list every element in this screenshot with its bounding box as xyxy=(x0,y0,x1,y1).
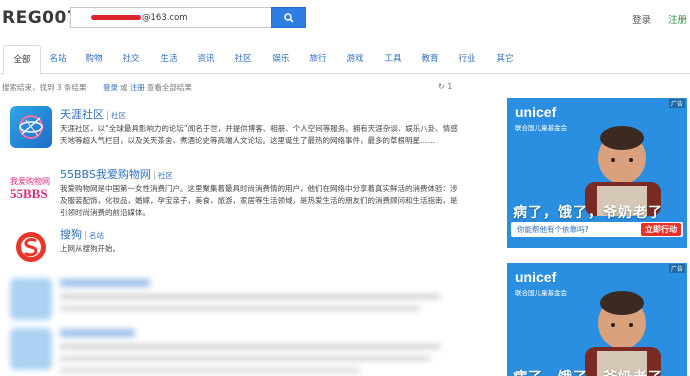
tab-entertainment[interactable]: 娱乐 xyxy=(267,45,295,74)
register-link[interactable]: 注册 xyxy=(668,12,687,26)
tab-shopping[interactable]: 购物 xyxy=(80,45,108,74)
status-login-link[interactable]: 登录 xyxy=(103,83,118,92)
result-title[interactable]: 55BBS我爱购物网 | 社区 xyxy=(60,166,173,182)
result-item: 搜狗 | 名站 上网从搜狗开始。 xyxy=(10,226,460,272)
ad-cta-button[interactable]: 立即行动 xyxy=(641,223,681,236)
ad-brand: unicef xyxy=(515,269,557,285)
sogou-icon xyxy=(16,232,46,262)
refresh-icon: ↻ xyxy=(438,82,445,91)
redacted-email-mark xyxy=(91,15,141,20)
result-category[interactable]: 社区 xyxy=(158,171,173,180)
unicef-ad[interactable]: 广告 unicef 联合国儿童基金会 病了，饿了，爷奶老了 xyxy=(507,263,687,376)
tab-tools[interactable]: 工具 xyxy=(379,45,407,74)
tab-news[interactable]: 资讯 xyxy=(192,45,220,74)
result-title-text[interactable]: 55BBS我爱购物网 xyxy=(60,168,151,181)
tab-famous[interactable]: 名站 xyxy=(44,45,72,74)
tab-education[interactable]: 教育 xyxy=(416,45,444,74)
result-description: 上网从搜狗开始。 xyxy=(60,244,120,253)
status-register-link[interactable]: 注册 xyxy=(130,83,145,92)
result-category[interactable]: 社区 xyxy=(111,111,126,120)
55bbs-logo-bottom: 55BBS xyxy=(10,186,48,201)
tab-industry[interactable]: 行业 xyxy=(453,45,481,74)
tab-social[interactable]: 社交 xyxy=(117,45,145,74)
blurred-result-title xyxy=(60,279,150,287)
ad-headline: 病了，饿了，爷奶老了 xyxy=(513,367,663,376)
tab-community[interactable]: 社区 xyxy=(229,45,257,74)
site-logo[interactable]: REG007 xyxy=(2,8,79,28)
blurred-result-logo xyxy=(10,278,52,320)
result-item: 我爱购物网 55BBS 55BBS我爱购物网 | 社区 我爱购物网是中国第一女性消费… xyxy=(10,166,460,224)
search-button[interactable] xyxy=(271,7,306,28)
header: REG007 @163.com 登录 注册 xyxy=(0,0,690,36)
ad-org: 联合国儿童基金会 xyxy=(515,289,567,297)
blurred-line xyxy=(60,356,430,361)
result-title[interactable]: 搜狗 | 名站 xyxy=(60,226,104,242)
blurred-line xyxy=(60,306,420,311)
ad-label[interactable]: 广告 xyxy=(668,99,685,108)
result-category[interactable]: 名站 xyxy=(89,231,104,240)
refresh-count: 1 xyxy=(447,82,453,91)
unicef-ad[interactable]: 广告 unicef 联合国儿童基金会 病了，饿了，爷奶老了 你能帮他有个依靠吗?… xyxy=(507,98,687,248)
tab-life[interactable]: 生活 xyxy=(155,45,183,74)
child-photo xyxy=(585,126,661,216)
blurred-result-logo xyxy=(10,328,52,370)
tab-games[interactable]: 游戏 xyxy=(341,45,369,74)
blurred-line xyxy=(60,344,440,349)
blurred-result-title xyxy=(60,329,135,337)
ad-headline: 病了，饿了，爷奶老了 xyxy=(513,205,663,221)
login-prompt: 登录或 注册 查看全部结果 xyxy=(103,82,192,93)
ad-question: 你能帮他有个依靠吗? xyxy=(517,225,589,234)
search-icon xyxy=(283,12,294,23)
ad-brand: unicef xyxy=(515,104,557,120)
tab-other[interactable]: 其它 xyxy=(491,45,519,74)
child-photo xyxy=(585,291,661,376)
status-suffix: 查看全部结果 xyxy=(146,83,192,92)
tab-all[interactable]: 全部 xyxy=(3,45,41,75)
ad-org: 联合国儿童基金会 xyxy=(515,124,567,132)
blurred-line xyxy=(60,294,440,299)
result-title-text[interactable]: 天涯社区 xyxy=(60,108,104,121)
sogou-logo[interactable] xyxy=(10,226,52,268)
55bbs-logo[interactable]: 我爱购物网 55BBS xyxy=(10,166,52,208)
category-tabs: 全部 名站 购物 社交 生活 资讯 社区 娱乐 旅行 游戏 工具 教育 行业 其… xyxy=(0,45,690,75)
status-or: 或 xyxy=(120,83,128,92)
search-value-suffix: @163.com xyxy=(142,13,188,23)
search-input[interactable]: @163.com xyxy=(70,7,272,28)
tab-travel[interactable]: 旅行 xyxy=(304,45,332,74)
ad-subbar: 你能帮他有个依靠吗? 立即行动 xyxy=(511,222,683,237)
result-description: 天涯社区，以“全球最具影响力的论坛”闻名于世，并提供博客、相册、个人空间等服务。… xyxy=(60,124,458,145)
search-status: 搜索结束，找到 3 条结果 xyxy=(2,83,87,92)
ad-label[interactable]: 广告 xyxy=(668,264,685,273)
login-link[interactable]: 登录 xyxy=(632,12,651,26)
result-title-text[interactable]: 搜狗 xyxy=(60,228,82,241)
blurred-line xyxy=(60,368,360,373)
result-item: 天涯社区 | 社区 天涯社区，以“全球最具影响力的论坛”闻名于世，并提供博客、相册、… xyxy=(10,106,460,162)
refresh-control[interactable]: ↻ 1 xyxy=(438,82,452,91)
result-description: 我爱购物网是中国第一女性消费门户。这里聚集着最具时尚消费情的用户，他们在网络中分… xyxy=(60,184,458,217)
globe-icon xyxy=(19,115,43,139)
result-title[interactable]: 天涯社区 | 社区 xyxy=(60,106,126,122)
tianya-logo[interactable] xyxy=(10,106,52,148)
